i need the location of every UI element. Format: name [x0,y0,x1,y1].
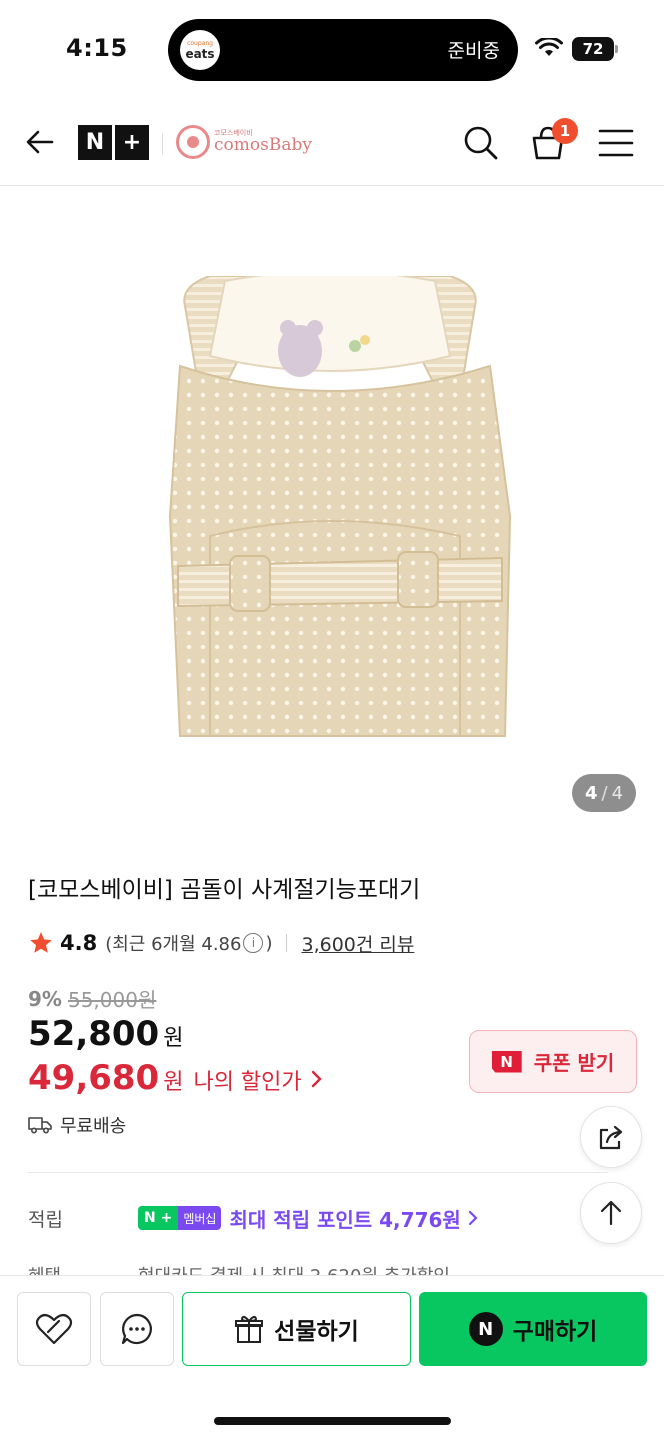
header-divider [162,133,163,155]
shipping-row: 무료배송 [28,1112,126,1138]
status-time: 4:15 [66,34,128,62]
shipping-text: 무료배송 [60,1116,127,1137]
island-app-name: eats [185,47,215,61]
sale-price: 52,800 [28,1014,160,1054]
coupon-label: 쿠폰 받기 [533,1051,615,1075]
star-icon [30,932,52,953]
coupon-download-button[interactable]: N 쿠폰 받기 [469,1030,637,1093]
nplus-store-logo[interactable]: N + [78,125,150,160]
battery-tip [615,45,618,53]
status-bar: 4:15 coupang eats 준비중 72 [0,0,664,100]
nplus-logo-plus: + [115,125,149,160]
rating-score: 4.8 [60,931,98,955]
my-discount-price: 49,680 [28,1058,160,1098]
product-title: [코모스베이비] 곰돌이 사계절기능포대기 [28,877,421,903]
brand-name: comosBaby [214,135,312,155]
app-header: N + 코모스베이비 comosBaby 1 [0,100,664,186]
arrow-up-icon [600,1200,622,1226]
nplus-membership-badge: N + 멤버십 [138,1206,222,1230]
review-count-link[interactable]: 3,600건 리뷰 [301,930,414,957]
battery-indicator: 72 [572,37,614,61]
recent-rating-close: ) [265,932,273,954]
points-row[interactable]: 적립 N + 멤버십 최대 적립 포인트 4,776원 [28,1202,568,1234]
comosbaby-mark-icon [176,125,210,159]
gift-icon [235,1315,264,1343]
heart-icon [35,1313,73,1345]
image-counter-current: 4 [584,782,598,804]
points-label: 적립 [28,1208,63,1231]
membership-badge-label: 멤버십 [178,1206,222,1230]
share-button[interactable] [580,1106,642,1168]
image-counter-total: 4 [611,782,624,804]
membership-badge-n: N + [138,1206,179,1230]
truck-icon [28,1117,52,1134]
original-price: 55,000원 [67,988,157,1012]
rating-row: 4.8 (최근 6개월 4.86 i ) 3,600건 리뷰 [28,928,414,958]
comosbaby-store-logo[interactable]: 코모스베이비 comosBaby [176,122,312,162]
wishlist-button[interactable] [17,1292,91,1366]
my-price-currency: 원 [163,1070,184,1095]
sale-price-currency: 원 [163,1026,184,1051]
buy-button[interactable]: N 구매하기 [419,1292,647,1366]
buy-label: 구매하기 [512,1319,598,1345]
product-image-gallery[interactable]: 4 / 4 [0,186,664,836]
my-price-label: 나의 할인가 [193,1070,302,1095]
search-icon[interactable] [462,124,500,162]
discount-row: 9% 55,000원 [28,984,156,1013]
image-counter-separator: / [601,782,608,804]
recent-rating: (최근 6개월 4.86 i ) [105,930,272,956]
image-counter: 4 / 4 [572,774,636,812]
live-activity-status: 준비중 [447,40,500,62]
nplus-logo-n: N [78,125,112,160]
menu-icon[interactable] [598,127,634,159]
coupang-eats-icon: coupang eats [180,30,220,70]
product-photo [168,276,512,737]
gift-label: 선물하기 [274,1319,359,1345]
gift-button[interactable]: 선물하기 [182,1292,411,1366]
npay-icon: N [468,1312,503,1346]
coupon-n-icon: N [491,1050,522,1073]
dynamic-island[interactable]: coupang eats 준비중 [168,19,518,81]
back-arrow-icon[interactable] [22,124,58,160]
talk-talk-button[interactable] [100,1292,174,1366]
wifi-icon [535,38,563,56]
scroll-to-top-button[interactable] [580,1182,642,1244]
chat-icon [121,1313,152,1345]
bottom-action-bar: 선물하기 N 구매하기 [0,1275,664,1440]
max-points-text: 최대 적립 포인트 4,776원 [229,1207,461,1232]
chevron-right-icon [311,1070,322,1088]
rating-divider [286,934,288,952]
info-icon[interactable]: i [243,933,264,953]
my-discount-price-link[interactable]: 49,680 원 나의 할인가 [28,1058,324,1098]
sale-price-row: 52,800 원 [28,1014,183,1054]
home-indicator[interactable] [214,1417,451,1425]
discount-rate: 9% [28,986,62,1011]
chevron-right-icon [468,1210,478,1226]
cart-count-badge: 1 [552,118,578,144]
share-icon [599,1125,623,1150]
recent-rating-text: (최근 6개월 4.86 [105,934,242,955]
section-divider [28,1172,608,1173]
